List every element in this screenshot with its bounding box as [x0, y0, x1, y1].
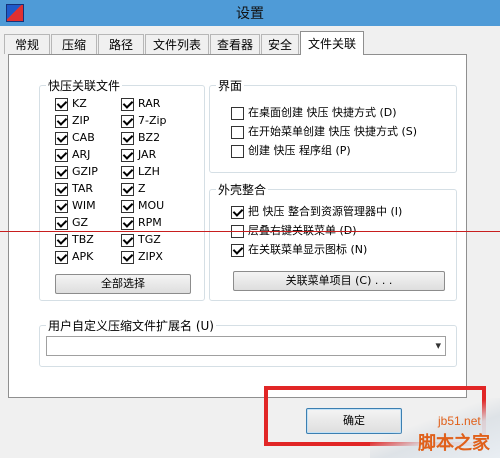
tab-file-list[interactable]: 文件列表: [145, 34, 209, 54]
checkbox-label: 创建 快压 程序组 (P): [248, 144, 351, 157]
checkbox-label: BZ2: [138, 131, 161, 144]
explorer-integration-checkbox[interactable]: 把 快压 整合到资源管理器中 (I): [231, 204, 402, 220]
menu-icons-checkbox[interactable]: 在关联菜单显示图标 (N): [231, 242, 367, 258]
file-type-checkbox[interactable]: ZIP: [55, 113, 89, 129]
start-menu-shortcut-checkbox[interactable]: 在开始菜单创建 快压 快捷方式 (S): [231, 124, 417, 140]
checkbox-label: JAR: [138, 148, 157, 161]
file-type-checkbox[interactable]: JAR: [121, 147, 156, 163]
checkbox-label: TAR: [72, 182, 94, 195]
file-type-checkbox[interactable]: TBZ: [55, 232, 94, 248]
checkbox-box: [55, 216, 68, 230]
checkbox-box: [121, 250, 134, 264]
file-type-checkbox[interactable]: MOU: [121, 198, 164, 214]
program-group-checkbox[interactable]: 创建 快压 程序组 (P): [231, 143, 351, 159]
file-type-checkbox[interactable]: WIM: [55, 198, 96, 214]
checkbox-label: 在桌面创建 快压 快捷方式 (D): [248, 106, 397, 119]
file-type-checkbox[interactable]: 7-Zip: [121, 113, 167, 129]
title-bar: 设置: [0, 0, 500, 26]
watermark-site: jb51.net: [438, 414, 481, 428]
interface-legend: 界面: [218, 79, 243, 93]
file-type-checkbox[interactable]: TGZ: [121, 232, 161, 248]
file-type-checkbox[interactable]: GZIP: [55, 164, 98, 180]
file-type-checkbox[interactable]: RPM: [121, 215, 162, 231]
checkbox-box: [121, 131, 134, 145]
checkbox-box: [55, 97, 68, 111]
checkbox-box: [121, 233, 134, 247]
file-type-checkbox[interactable]: APK: [55, 249, 93, 265]
checkbox-box: [121, 165, 134, 179]
checkbox-box: [231, 243, 244, 257]
custom-extension-legend: 用户自定义压缩文件扩展名 (U): [48, 319, 214, 333]
checkbox-label: RPM: [138, 216, 162, 229]
file-type-checkbox[interactable]: Z: [121, 181, 146, 197]
checkbox-label: 把 快压 整合到资源管理器中 (I): [248, 205, 403, 218]
checkbox-label: APK: [72, 250, 94, 263]
tab-viewer[interactable]: 查看器: [210, 34, 260, 54]
checkbox-box: [55, 233, 68, 247]
checkbox-label: 在关联菜单显示图标 (N): [248, 243, 368, 256]
checkbox-label: ZIP: [72, 114, 90, 127]
checkbox-box: [121, 114, 134, 128]
checkbox-label: MOU: [138, 199, 165, 212]
checkbox-box: [121, 216, 134, 230]
checkbox-label: RAR: [138, 97, 161, 110]
checkbox-box: [231, 144, 244, 158]
checkbox-label: CAB: [72, 131, 95, 144]
checkbox-box: [231, 106, 244, 120]
chevron-down-icon[interactable]: ▾: [435, 339, 441, 352]
file-association-legend: 快压关联文件: [48, 79, 121, 93]
checkbox-box: [231, 205, 244, 219]
checkbox-box: [55, 199, 68, 213]
checkbox-label: Z: [138, 182, 146, 195]
checkbox-label: 7-Zip: [138, 114, 167, 127]
checkbox-box: [231, 125, 244, 139]
desktop-shortcut-checkbox[interactable]: 在桌面创建 快压 快捷方式 (D): [231, 105, 397, 121]
checkbox-box: [121, 148, 134, 162]
file-type-checkbox[interactable]: GZ: [55, 215, 88, 231]
checkbox-label: ARJ: [72, 148, 91, 161]
tab-path[interactable]: 路径: [98, 34, 144, 54]
checkbox-box: [121, 97, 134, 111]
file-type-checkbox[interactable]: KZ: [55, 96, 87, 112]
checkbox-box: [55, 114, 68, 128]
checkbox-label: TGZ: [138, 233, 161, 246]
checkbox-label: 在开始菜单创建 快压 快捷方式 (S): [248, 125, 418, 138]
annotation-line: [0, 231, 500, 232]
select-all-button[interactable]: 全部选择: [55, 274, 191, 294]
file-type-checkbox[interactable]: ZIPX: [121, 249, 163, 265]
checkbox-box: [55, 131, 68, 145]
checkbox-box: [55, 148, 68, 162]
checkbox-label: TBZ: [72, 233, 94, 246]
watermark-name: 脚本之家: [418, 433, 490, 454]
file-type-checkbox[interactable]: LZH: [121, 164, 160, 180]
file-type-checkbox[interactable]: RAR: [121, 96, 160, 112]
file-type-checkbox[interactable]: CAB: [55, 130, 95, 146]
tab-general[interactable]: 常规: [4, 34, 50, 54]
checkbox-label: LZH: [138, 165, 160, 178]
file-type-checkbox[interactable]: TAR: [55, 181, 93, 197]
tab-compress[interactable]: 压缩: [51, 34, 97, 54]
checkbox-label: GZIP: [72, 165, 98, 178]
checkbox-box: [55, 250, 68, 264]
checkbox-box: [121, 199, 134, 213]
tab-file-association[interactable]: 文件关联: [300, 31, 364, 55]
checkbox-box: [55, 182, 68, 196]
context-menu-items-button[interactable]: 关联菜单项目 (C) . . .: [233, 271, 445, 291]
checkbox-label: WIM: [72, 199, 96, 212]
checkbox-label: ZIPX: [138, 250, 163, 263]
checkbox-label: KZ: [72, 97, 87, 110]
shell-integration-legend: 外壳整合: [218, 183, 267, 197]
file-type-checkbox[interactable]: BZ2: [121, 130, 160, 146]
custom-extension-combobox[interactable]: ▾: [46, 336, 446, 356]
file-type-checkbox[interactable]: ARJ: [55, 147, 90, 163]
checkbox-label: GZ: [72, 216, 89, 229]
checkbox-box: [121, 182, 134, 196]
window-title: 设置: [236, 6, 264, 22]
tab-security[interactable]: 安全: [261, 34, 299, 54]
checkbox-box: [55, 165, 68, 179]
